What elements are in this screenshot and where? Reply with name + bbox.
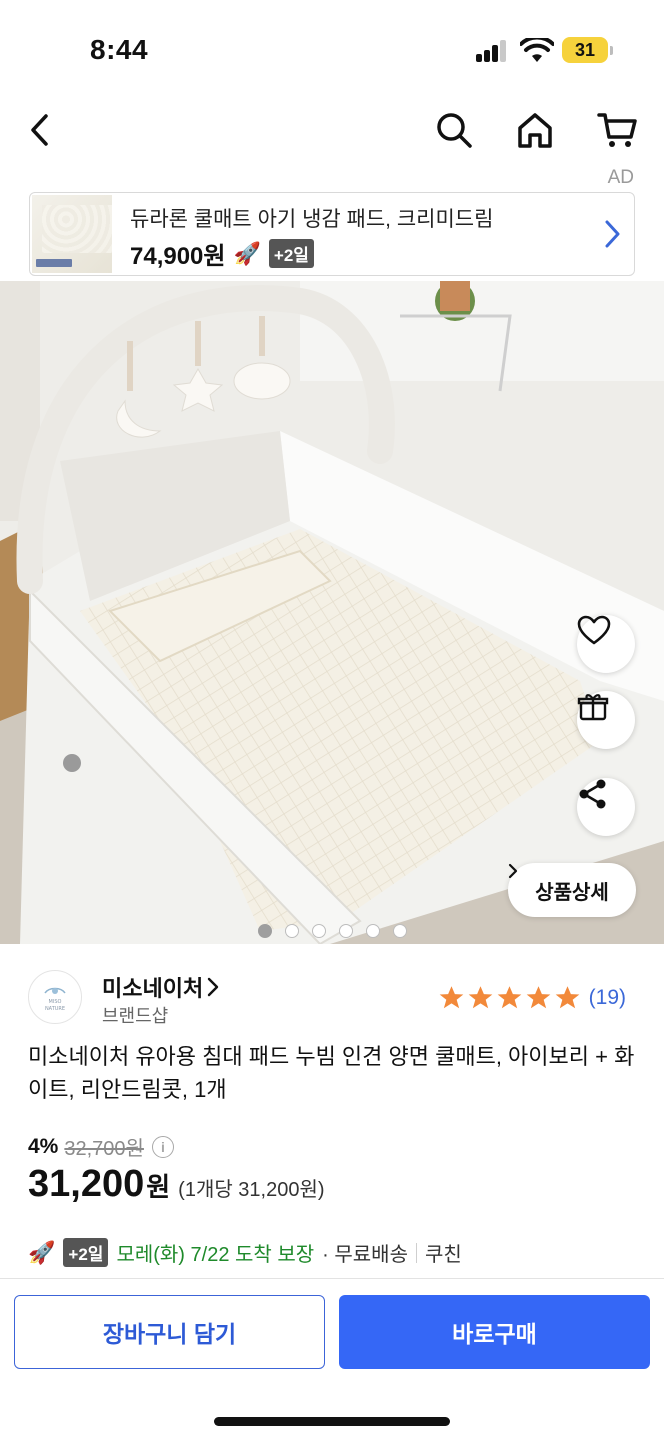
share-button[interactable] bbox=[577, 778, 635, 836]
pagination-dot[interactable] bbox=[366, 924, 380, 938]
gift-button[interactable] bbox=[577, 691, 635, 749]
chevron-right-icon bbox=[208, 977, 219, 997]
share-icon bbox=[579, 779, 606, 809]
brand-name: 미소네이처 bbox=[102, 976, 204, 1001]
product-image[interactable]: 상품상세 bbox=[0, 281, 664, 944]
star-icon bbox=[497, 986, 521, 1009]
free-shipping: · 무료배송 bbox=[322, 1244, 408, 1266]
price-discount-row: 4% 32,700원 i bbox=[28, 1132, 174, 1161]
top-nav bbox=[0, 100, 664, 164]
sale-price-row: 31,200 원 (1개당 31,200원) bbox=[28, 1163, 325, 1206]
pagination-dot[interactable] bbox=[393, 924, 407, 938]
original-price: 32,700원 bbox=[64, 1138, 144, 1160]
cellular-signal-icon bbox=[476, 40, 508, 62]
sale-price: 31,200 bbox=[28, 1163, 145, 1205]
pagination-dot[interactable] bbox=[312, 924, 326, 938]
divider bbox=[415, 1242, 417, 1263]
ad-label: AD bbox=[607, 167, 634, 188]
rating[interactable]: (19) bbox=[438, 984, 626, 1011]
divider bbox=[0, 1278, 664, 1279]
brand-row: MISO NATURE 미소네이처 브랜드샵 (19) bbox=[28, 968, 638, 1028]
sale-price-currency: 원 bbox=[146, 1172, 171, 1202]
pagination-dot[interactable] bbox=[339, 924, 353, 938]
ad-thumbnail bbox=[32, 195, 112, 273]
delivery-badge: +2일 bbox=[63, 1238, 109, 1267]
star-icon bbox=[468, 986, 492, 1009]
product-photo bbox=[0, 281, 664, 944]
svg-text:MISO: MISO bbox=[49, 999, 62, 1005]
product-detail-button[interactable]: 상품상세 bbox=[508, 863, 636, 917]
image-pagination bbox=[258, 924, 407, 938]
star-icon bbox=[526, 986, 550, 1009]
pagination-dot[interactable] bbox=[258, 924, 272, 938]
product-title: 미소네이처 유아용 침대 패드 누빔 인견 양면 쿨매트, 아이보리 + 화이트… bbox=[28, 1044, 635, 1102]
product-detail-label: 상품상세 bbox=[535, 881, 609, 904]
brand-link[interactable]: 미소네이처 bbox=[102, 971, 219, 1003]
status-bar: 8:44 31 bbox=[0, 0, 664, 100]
buy-now-button[interactable]: 바로구매 bbox=[339, 1295, 650, 1369]
battery-icon: 31 bbox=[562, 37, 613, 63]
discount-rate: 4% bbox=[28, 1134, 59, 1158]
heart-icon bbox=[577, 615, 611, 645]
ad-price: 74,900원 bbox=[130, 243, 226, 270]
wishlist-heart-button[interactable] bbox=[577, 615, 635, 673]
search-icon[interactable] bbox=[430, 106, 478, 154]
pagination-dot[interactable] bbox=[285, 924, 299, 938]
coupon-label: 쿠친 bbox=[424, 1244, 462, 1266]
info-icon[interactable]: i bbox=[151, 1135, 174, 1158]
unit-price: (1개당 31,200원) bbox=[178, 1179, 325, 1201]
chevron-right-icon bbox=[508, 863, 518, 879]
rocket-icon: 🚀 bbox=[233, 240, 261, 266]
star-icon bbox=[439, 986, 463, 1009]
brand-logo[interactable]: MISO NATURE bbox=[28, 970, 82, 1024]
brand-shop-label: 브랜드샵 bbox=[102, 1006, 169, 1026]
home-indicator bbox=[214, 1417, 450, 1426]
chevron-right-icon bbox=[604, 219, 620, 254]
delivery-info: 🚀 +2일 모레(화) 7/22 도착 보장 · 무료배송 쿠친 bbox=[28, 1238, 462, 1267]
gift-icon bbox=[577, 694, 609, 721]
delivery-badge: +2일 bbox=[268, 239, 314, 268]
star-icon bbox=[555, 986, 579, 1009]
ad-title: 듀라론 쿨매트 아기 냉감 패드, 크리미드림 bbox=[130, 208, 494, 231]
wifi-icon bbox=[519, 35, 555, 64]
rocket-icon: 🚀 bbox=[28, 1239, 56, 1265]
ad-banner[interactable]: 듀라론 쿨매트 아기 냉감 패드, 크리미드림 74,900원 🚀 +2일 bbox=[29, 192, 635, 276]
review-count[interactable]: (19) bbox=[589, 986, 626, 1010]
cart-icon[interactable] bbox=[593, 106, 641, 154]
home-icon[interactable] bbox=[511, 106, 559, 154]
add-to-cart-button[interactable]: 장바구니 담기 bbox=[14, 1295, 325, 1369]
delivery-date: 모레(화) 7/22 도착 보장 bbox=[116, 1244, 315, 1266]
svg-text:NATURE: NATURE bbox=[45, 1006, 65, 1012]
ad-price-row: 74,900원 🚀 +2일 bbox=[130, 236, 314, 271]
back-arrow-icon[interactable] bbox=[16, 106, 64, 154]
status-time: 8:44 bbox=[90, 34, 149, 65]
